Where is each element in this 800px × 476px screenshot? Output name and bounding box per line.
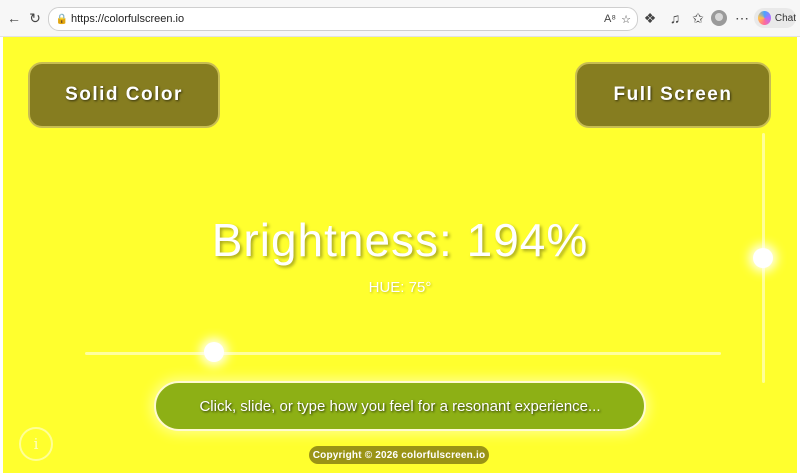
collections-icon[interactable]: ✩ (688, 8, 708, 28)
mood-input[interactable]: Click, slide, or type how you feel for a… (154, 381, 646, 431)
brightness-readout: Brightness: 194% (211, 214, 589, 266)
chat-label: Chat (774, 12, 796, 24)
hue-slider-track[interactable] (85, 352, 721, 355)
solid-color-button[interactable]: Solid Color (28, 62, 220, 128)
profile-icon[interactable] (711, 10, 727, 26)
reload-icon[interactable]: ↻ (25, 8, 45, 28)
address-bar[interactable]: 🔒 https://colorfulscreen.io A⁸ ☆ (48, 7, 638, 31)
info-icon[interactable]: i (19, 427, 53, 461)
more-icon[interactable]: ⋯ (732, 8, 752, 28)
url-text: https://colorfulscreen.io (71, 13, 185, 25)
back-icon[interactable]: ← (4, 8, 24, 28)
media-icon[interactable]: ♫ (665, 8, 685, 28)
full-screen-button[interactable]: Full Screen (575, 62, 771, 128)
hue-slider-thumb[interactable] (204, 342, 224, 362)
lock-icon[interactable]: 🔒 (55, 12, 69, 26)
copyright-badge: Copyright © 2026 colorfulscreen.io (309, 446, 489, 464)
favorite-icon[interactable]: ☆ (618, 11, 634, 27)
browser-toolbar: ← ↻ 🔒 https://colorfulscreen.io A⁸ ☆ ❖ ♫… (0, 0, 800, 37)
copilot-chat-button[interactable]: Chat (754, 8, 796, 28)
brightness-slider-thumb[interactable] (753, 248, 773, 268)
mood-input-placeholder: Click, slide, or type how you feel for a… (199, 397, 601, 415)
extensions-icon[interactable]: ❖ (640, 8, 660, 28)
read-aloud-icon[interactable]: A⁸ (602, 11, 618, 27)
hue-readout: HUE: 75° (368, 279, 432, 296)
copilot-icon (758, 11, 771, 25)
color-page[interactable]: Solid Color Full Screen Brightness: 194%… (3, 37, 797, 473)
